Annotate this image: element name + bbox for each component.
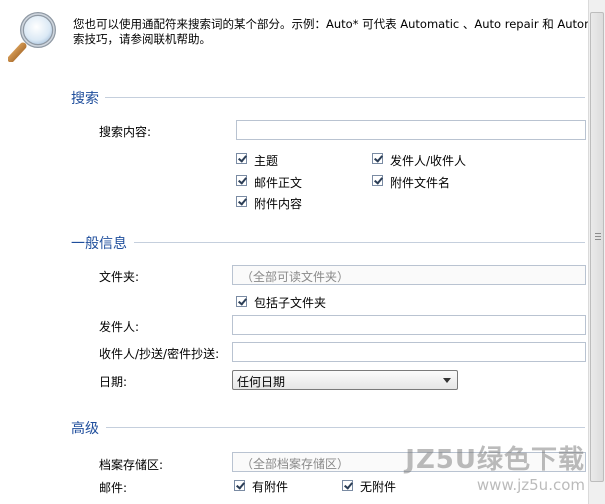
- section-title-general: 一般信息: [71, 236, 127, 252]
- scrollbar-thumb[interactable]: [590, 12, 604, 482]
- checkbox-has-attachment-label: 有附件: [252, 480, 289, 494]
- checkbox-include-subfolders[interactable]: [236, 296, 247, 307]
- section-divider-search: [105, 97, 585, 98]
- checkbox-attachment-name[interactable]: [372, 175, 383, 186]
- watermark-brand: JZ5U绿色下载: [405, 445, 585, 475]
- checkbox-sender-recipient-label: 发件人/收件人: [390, 154, 467, 168]
- checkbox-attachment-name-label: 附件文件名: [390, 176, 451, 190]
- folder-field[interactable]: （全部可读文件夹）: [232, 265, 586, 285]
- folder-label: 文件夹:: [99, 270, 140, 284]
- mail-label: 邮件:: [99, 481, 128, 495]
- section-title-advanced: 高级: [71, 421, 99, 437]
- checkbox-has-attachment[interactable]: [234, 480, 245, 491]
- section-divider-advanced: [106, 427, 585, 428]
- search-content-label: 搜索内容:: [99, 125, 152, 139]
- hint-text-line2: 索技巧，请参阅联机帮助。: [73, 32, 211, 46]
- checkbox-no-attachment[interactable]: [342, 480, 353, 491]
- recipients-input[interactable]: [232, 342, 586, 362]
- checkbox-subject-label: 主题: [254, 154, 279, 168]
- watermark-url: www.jz5u.com: [476, 476, 585, 494]
- date-dropdown-value: 任何日期: [237, 375, 286, 389]
- watermark: JZ5U绿色下载 www.jz5u.com: [405, 439, 585, 494]
- checkbox-message-body-label: 邮件正文: [254, 176, 303, 190]
- checkbox-attachment-content[interactable]: [236, 196, 247, 207]
- magnifier-icon: [7, 10, 58, 63]
- recipients-label: 收件人/抄送/密件抄送:: [99, 347, 220, 361]
- sender-label: 发件人:: [99, 320, 140, 334]
- sender-input[interactable]: [232, 315, 586, 335]
- date-dropdown[interactable]: 任何日期: [232, 370, 458, 390]
- date-label: 日期:: [99, 375, 128, 389]
- search-content-input[interactable]: [236, 120, 586, 140]
- checkbox-subject[interactable]: [236, 153, 247, 164]
- section-title-search: 搜索: [71, 91, 99, 107]
- archive-label: 档案存储区:: [99, 458, 164, 472]
- hint-text-line1: 您也可以使用通配符来搜索词的某个部分。示例：Auto* 可代表 Automati…: [73, 17, 605, 31]
- checkbox-include-subfolders-label: 包括子文件夹: [254, 296, 327, 310]
- checkbox-sender-recipient[interactable]: [372, 153, 383, 164]
- vertical-scrollbar[interactable]: [588, 0, 605, 504]
- checkbox-no-attachment-label: 无附件: [360, 480, 397, 494]
- chevron-down-icon: [443, 378, 451, 383]
- section-divider-general: [134, 242, 585, 243]
- checkbox-attachment-content-label: 附件内容: [254, 197, 303, 211]
- checkbox-message-body[interactable]: [236, 175, 247, 186]
